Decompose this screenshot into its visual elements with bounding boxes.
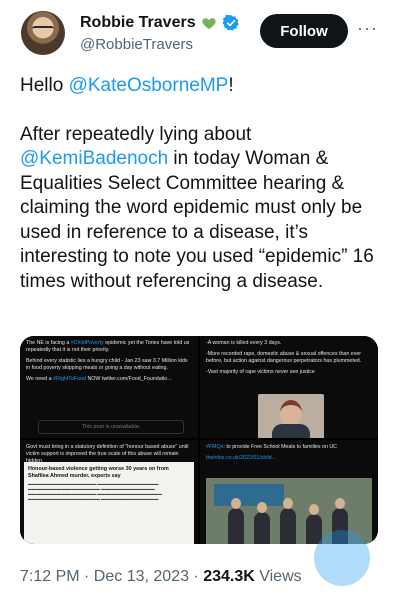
article-headline: Honour-based violence getting worse 30 y… (28, 466, 169, 479)
mention-kateosbornemp[interactable]: @KateOsborneMP (69, 75, 229, 96)
greeting-prefix: Hello (20, 75, 69, 96)
body-part-1: After repeatedly lying about (20, 123, 252, 145)
tweet-header: Robbie Travers @RobbieTravers Follow ··· (0, 0, 399, 60)
photo-person (280, 498, 296, 544)
photo-person (228, 498, 244, 544)
media-image-1[interactable]: The NE is facing a #ChildPoverty epidemi… (20, 336, 198, 438)
body-part-2: in today Woman & Equalities Select Commi… (20, 148, 374, 292)
media-image-3[interactable]: Govt must bring in a statutory definitio… (20, 440, 198, 544)
media-4-text: #FMQs: to provide Free School Meals to f… (200, 440, 378, 470)
photo-body (272, 424, 310, 438)
floating-action-hint[interactable] (314, 530, 370, 586)
avatar[interactable] (21, 11, 65, 55)
media-1-line3b: NOW twitter.com/Food_Foundatio... (85, 376, 172, 382)
views-label: Views (254, 568, 302, 585)
photo-head (280, 400, 302, 426)
green-heart-icon (201, 18, 216, 29)
media-grid: The NE is facing a #ChildPoverty epidemi… (20, 336, 378, 544)
author-name[interactable]: Robbie Travers (80, 14, 196, 32)
mention-kemibadenoch[interactable]: @KemiBadenoch (20, 148, 168, 169)
tweet-body: After repeatedly lying about @KemiBadeno… (20, 123, 390, 295)
media-3-article: Honour-based violence getting worse 30 y… (24, 462, 194, 544)
media-2-text: -A woman is killed every 3 days. -More r… (200, 336, 378, 384)
more-options-icon[interactable]: ··· (357, 18, 378, 39)
photo-banner (214, 484, 284, 506)
tweet-text: Hello @KateOsborneMP! After repeatedly l… (20, 74, 390, 318)
author-handle[interactable]: @RobbieTravers (80, 36, 193, 53)
media-1-line2: Behind every statistic lies a hungry chi… (26, 358, 188, 371)
media-2-line2: -More recorded rape, domestic abuse & se… (206, 351, 362, 364)
media-4-link: theinfos.co.uk/2022/01/child... (206, 455, 277, 461)
media-image-4[interactable]: #FMQs: to provide Free School Meals to f… (200, 440, 378, 544)
photo-person (254, 502, 270, 544)
media-2-line3: -Vast majority of rape victims never see… (206, 369, 315, 375)
media-4-line1b: : to provide Free School Meals to famili… (223, 444, 338, 450)
post-unavailable-notice: This post is unavailable. (38, 420, 184, 434)
avatar-glasses (32, 26, 54, 32)
media-image-2[interactable]: -A woman is killed every 3 days. -More r… (200, 336, 378, 438)
views-count: 234.3K (203, 568, 255, 585)
media-1-hashtag-2: #RightToFood (53, 376, 86, 382)
media-1-line1a: The NE is facing a (26, 340, 71, 346)
article-body-placeholder: ▬▬▬▬▬▬▬▬▬▬▬▬▬▬▬▬▬▬▬ ▬▬▬▬▬▬▬▬▬▬▬▬▬▬▬▬▬ ▬▬… (28, 482, 162, 501)
media-1-text: The NE is facing a #ChildPoverty epidemi… (20, 336, 198, 391)
media-1-hashtag: #ChildPoverty (70, 340, 104, 346)
verified-badge-icon (222, 14, 239, 31)
media-1-line3a: We need a (26, 376, 53, 382)
media-2-photo (258, 394, 324, 438)
media-4-hashtag: #FMQs (206, 444, 224, 450)
media-2-line1: -A woman is killed every 3 days. (206, 340, 282, 346)
tweet-meta: 7:12 PM · Dec 13, 2023 · 234.3K Views (20, 568, 302, 586)
greeting-suffix: ! (228, 75, 234, 96)
tweet-timestamp[interactable]: 7:12 PM · Dec 13, 2023 · (20, 568, 203, 585)
author-name-row: Robbie Travers (80, 14, 240, 32)
tweet-greeting: Hello @KateOsborneMP! (20, 74, 390, 99)
follow-button[interactable]: Follow (260, 14, 348, 48)
